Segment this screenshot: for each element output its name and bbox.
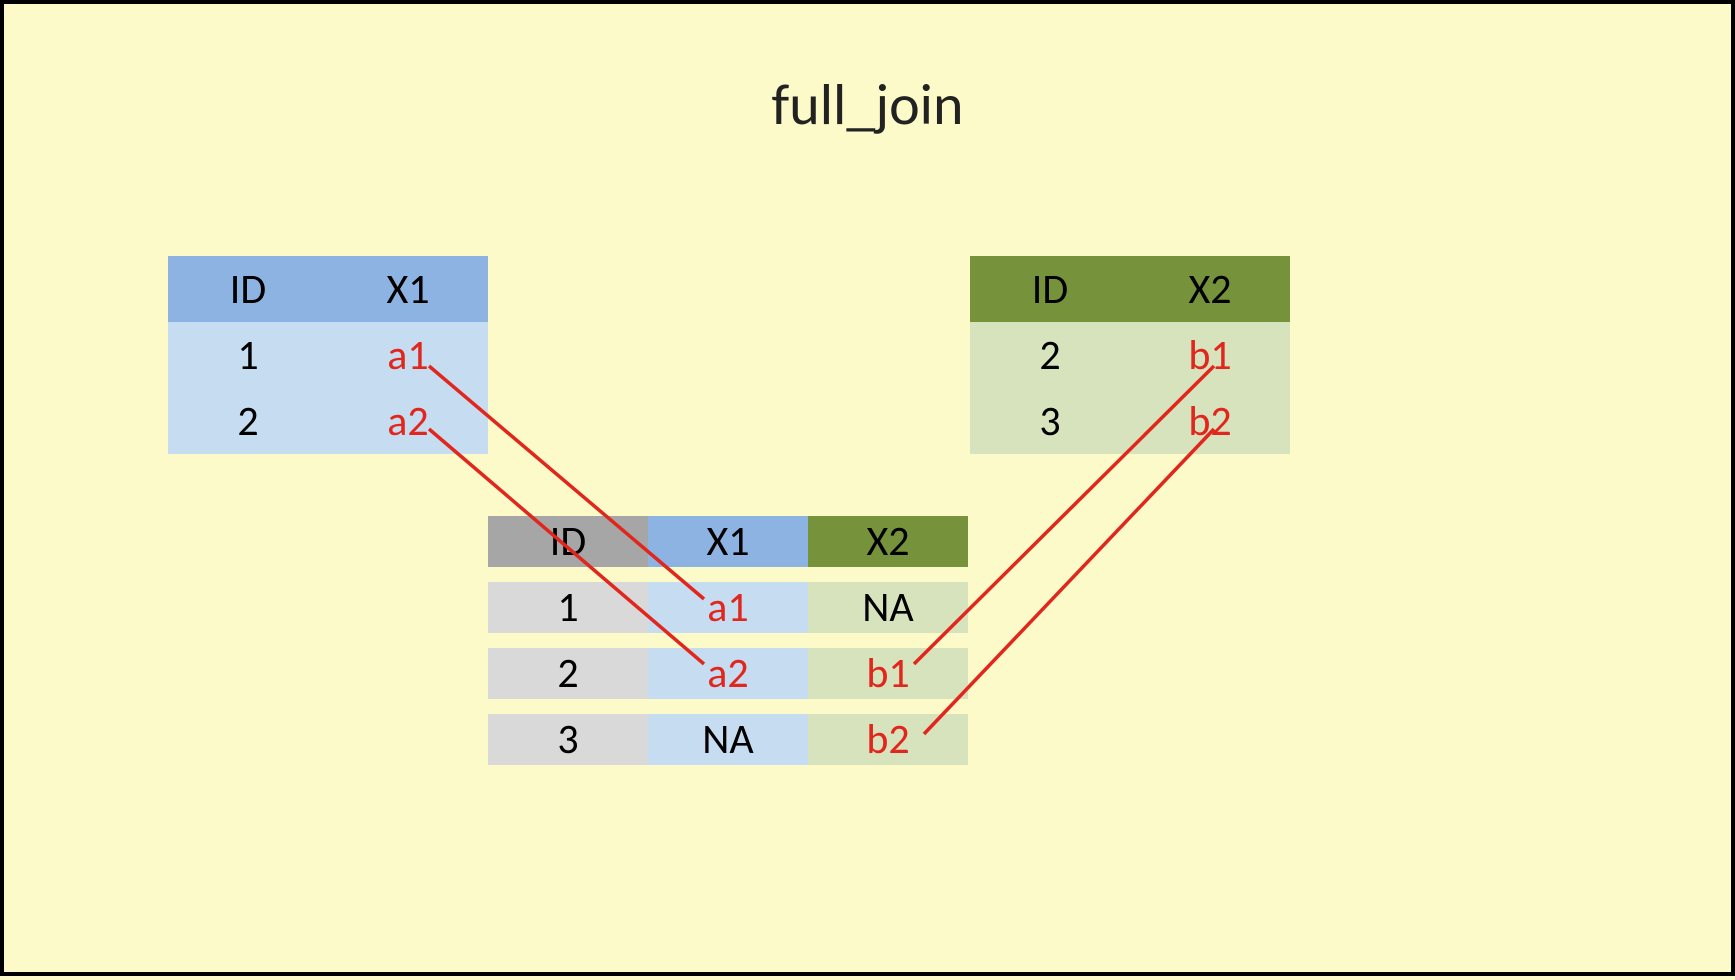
header-x2: X2 xyxy=(1130,264,1290,315)
cell-x1: a1 xyxy=(648,582,808,633)
connector-lines xyxy=(4,4,1735,980)
cell-id: 1 xyxy=(168,330,328,381)
table-row: 3 NA b2 xyxy=(488,706,968,772)
cell-x1: a2 xyxy=(328,396,488,447)
cell-id: 2 xyxy=(488,648,648,699)
cell-id: 2 xyxy=(970,330,1130,381)
cell-x2: NA xyxy=(808,582,968,633)
table-row: 2 a2 xyxy=(168,388,488,454)
cell-x2: b2 xyxy=(1130,396,1290,447)
input-table-b: ID X2 2 b1 3 b2 xyxy=(970,256,1290,454)
table-header-row: ID X2 xyxy=(970,256,1290,322)
input-table-a: ID X1 1 a1 2 a2 xyxy=(168,256,488,454)
cell-x1: a2 xyxy=(648,648,808,699)
diagram-title: full_join xyxy=(772,69,964,140)
cell-x1: a1 xyxy=(328,330,488,381)
header-id: ID xyxy=(488,516,648,567)
table-row: 3 b2 xyxy=(970,388,1290,454)
cell-id: 3 xyxy=(488,714,648,765)
header-id: ID xyxy=(970,264,1130,315)
result-table: ID X1 X2 1 a1 NA 2 a2 b1 3 NA b2 xyxy=(488,508,968,772)
header-x2: X2 xyxy=(808,516,968,567)
table-row: 1 a1 NA xyxy=(488,574,968,640)
table-row: 2 b1 xyxy=(970,322,1290,388)
header-x1: X1 xyxy=(328,264,488,315)
table-row: 1 a1 xyxy=(168,322,488,388)
table-row: 2 a2 b1 xyxy=(488,640,968,706)
header-x1: X1 xyxy=(648,516,808,567)
table-header-row: ID X1 xyxy=(168,256,488,322)
cell-id: 3 xyxy=(970,396,1130,447)
cell-x2: b1 xyxy=(808,648,968,699)
cell-x2: b1 xyxy=(1130,330,1290,381)
cell-id: 1 xyxy=(488,582,648,633)
cell-x1: NA xyxy=(648,714,808,765)
cell-id: 2 xyxy=(168,396,328,447)
table-header-row: ID X1 X2 xyxy=(488,508,968,574)
cell-x2: b2 xyxy=(808,714,968,765)
header-id: ID xyxy=(168,264,328,315)
